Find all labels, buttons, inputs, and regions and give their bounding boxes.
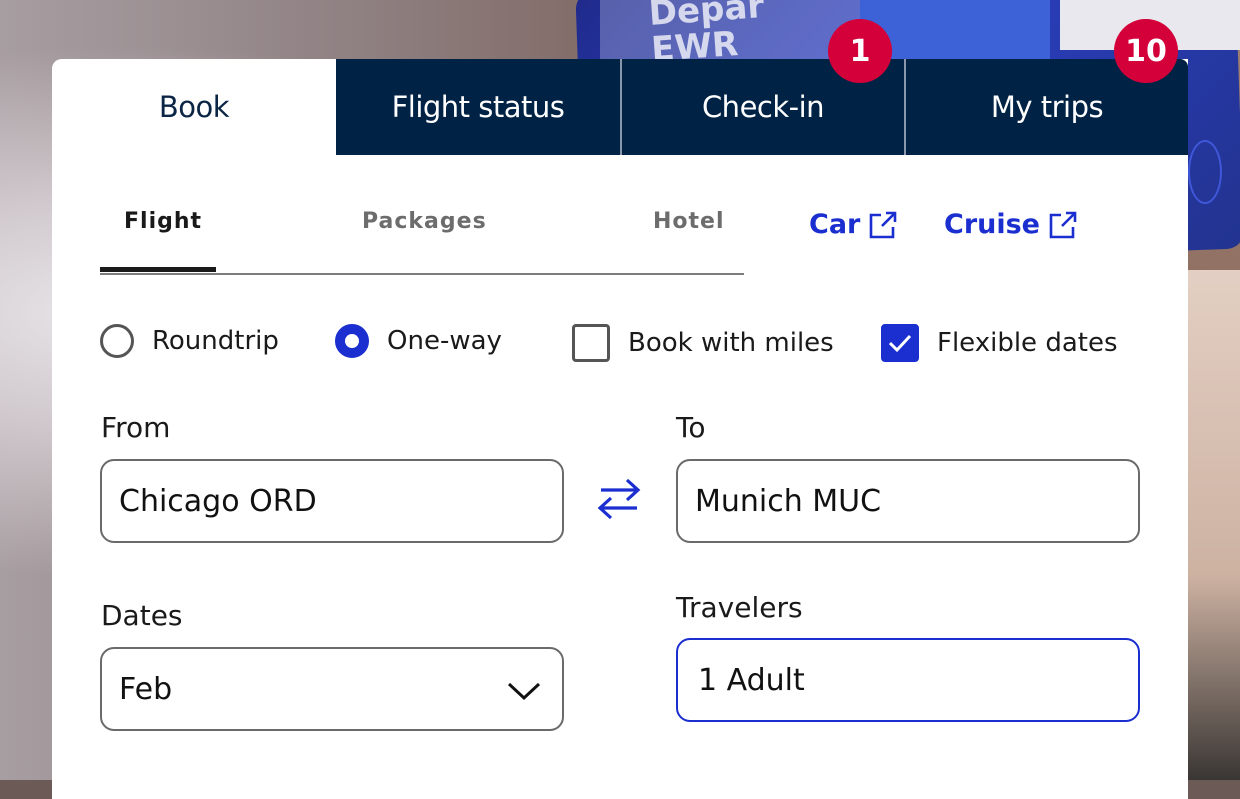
tab-label: My trips (990, 90, 1104, 124)
checkbox-off-icon (572, 324, 610, 362)
external-link-icon (1049, 211, 1077, 238)
tab-label: Flight status (391, 90, 565, 124)
subtab-packages[interactable]: Packages (362, 209, 487, 234)
roundtrip-radio[interactable]: Roundtrip (100, 324, 279, 358)
tab-label: Book (158, 90, 230, 124)
roundtrip-label: Roundtrip (152, 326, 279, 356)
car-link-label: Car (809, 209, 861, 240)
tab-book[interactable]: Book (52, 59, 336, 155)
book-with-miles-label: Book with miles (628, 328, 834, 358)
radio-off-icon (100, 324, 134, 358)
booking-card: Book Flight status Check-in My trips 1 1… (52, 19, 1188, 799)
checkmark-icon (881, 324, 919, 362)
to-field[interactable]: Munich MUC (676, 459, 1140, 543)
travelers-value: 1 Adult (698, 662, 805, 698)
dates-value: Feb (119, 671, 173, 707)
main-tabs: Book Flight status Check-in My trips (52, 59, 1188, 155)
background-wall (1188, 270, 1240, 780)
from-label: From (101, 411, 171, 444)
radio-on-icon (335, 324, 369, 358)
from-field[interactable]: Chicago ORD (100, 459, 564, 543)
cruise-link-label: Cruise (944, 209, 1040, 240)
chevron-down-icon (507, 682, 541, 701)
to-label: To (676, 411, 706, 444)
swap-arrows-icon[interactable] (593, 473, 645, 525)
one-way-label: One-way (387, 326, 502, 356)
flexible-dates-checkbox[interactable]: Flexible dates (881, 324, 1118, 362)
travelers-label: Travelers (676, 591, 803, 624)
tab-label: Check-in (701, 90, 825, 124)
external-link-icon (870, 211, 897, 238)
dates-label: Dates (101, 599, 183, 632)
one-way-radio[interactable]: One-way (335, 324, 502, 358)
car-link[interactable]: Car (809, 209, 898, 240)
screen-text: Depar EWR (647, 0, 766, 70)
subtab-flight[interactable]: Flight (124, 209, 202, 234)
to-value: Munich MUC (695, 483, 882, 519)
from-value: Chicago ORD (119, 483, 317, 519)
book-with-miles-checkbox[interactable]: Book with miles (572, 324, 834, 362)
cruise-link[interactable]: Cruise (944, 209, 1078, 240)
travelers-field[interactable]: 1 Adult (676, 638, 1140, 722)
dates-dropdown[interactable]: Feb (100, 647, 564, 731)
screen-ring (1188, 140, 1222, 204)
sub-tabs: Flight Packages Hotel (100, 209, 744, 275)
check-in-badge: 1 (828, 19, 892, 83)
active-subtab-indicator (100, 267, 216, 272)
flexible-dates-label: Flexible dates (937, 328, 1118, 358)
tab-flight-status[interactable]: Flight status (336, 59, 620, 155)
subtab-hotel[interactable]: Hotel (653, 209, 725, 234)
my-trips-badge: 10 (1114, 19, 1178, 83)
